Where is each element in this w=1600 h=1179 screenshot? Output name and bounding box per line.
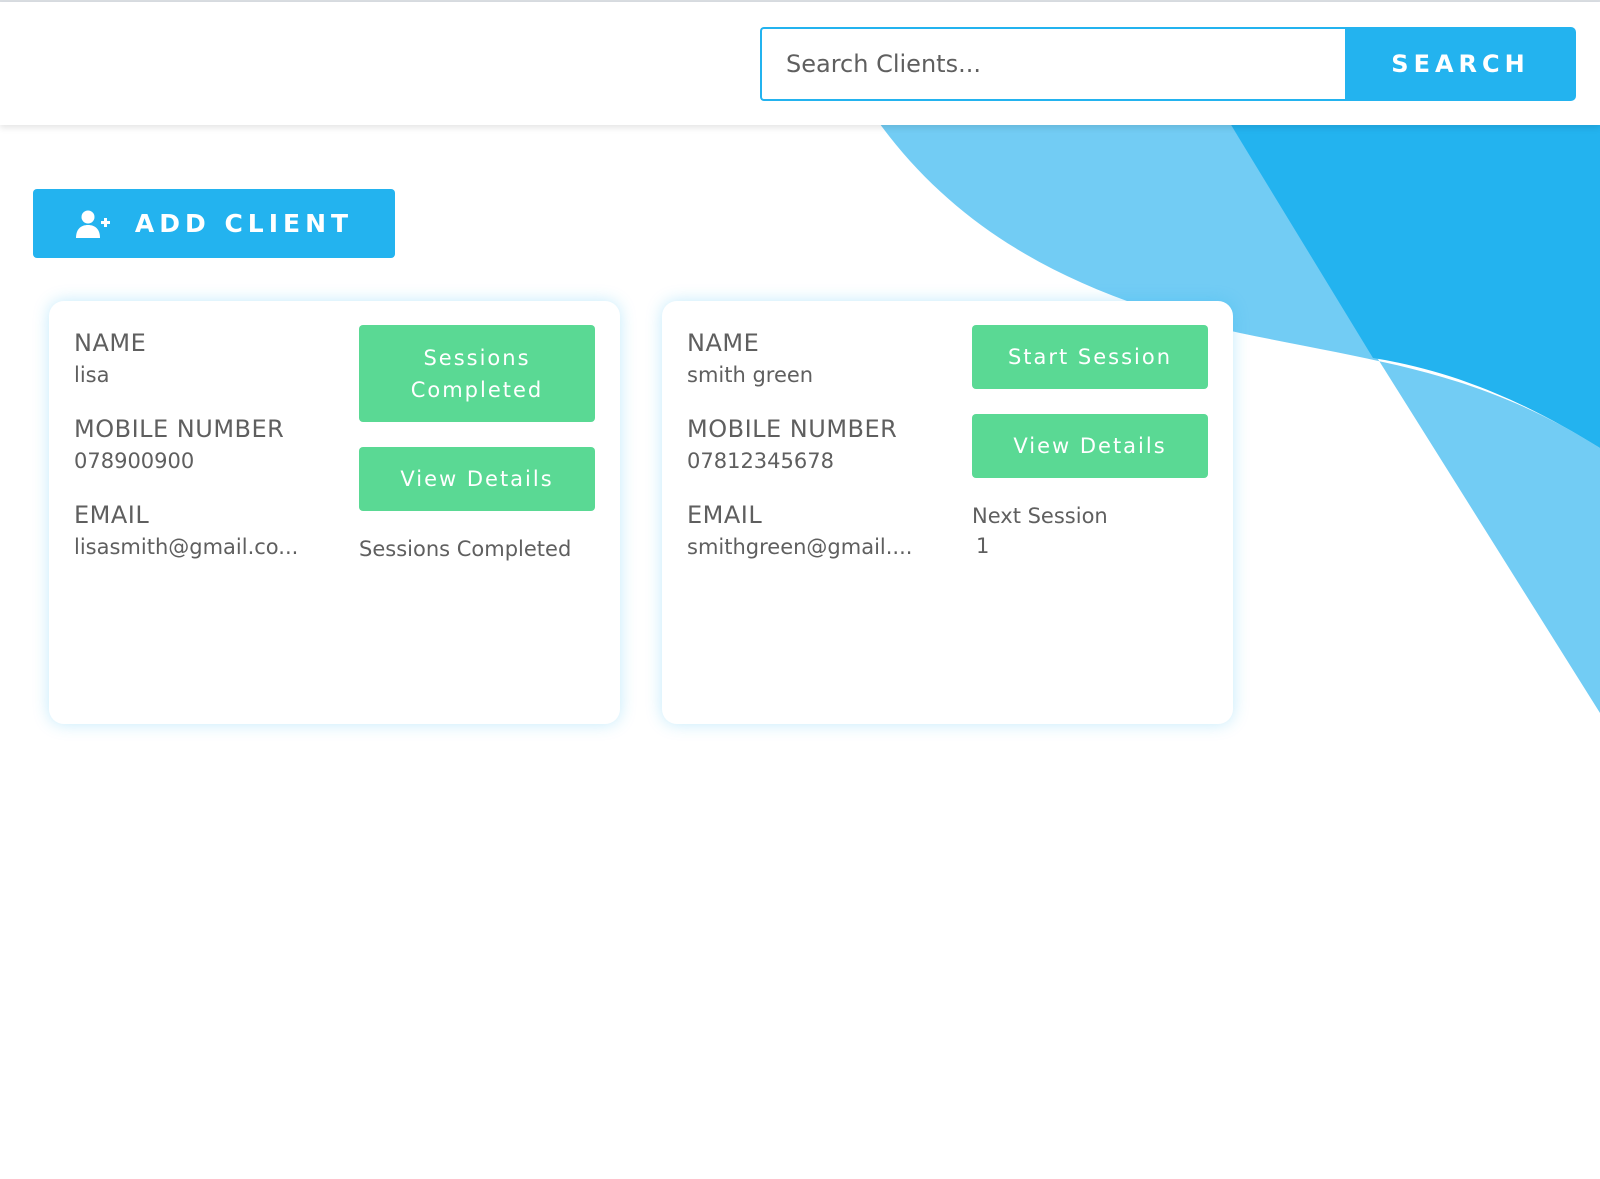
search-button[interactable]: SEARCH <box>1345 27 1576 101</box>
mobile-field: MOBILE NUMBER 07812345678 <box>687 415 937 473</box>
mobile-label: MOBILE NUMBER <box>74 415 285 443</box>
mobile-field: MOBILE NUMBER 078900900 <box>74 415 324 473</box>
client-mobile: 07812345678 <box>687 449 834 473</box>
mobile-label: MOBILE NUMBER <box>687 415 898 443</box>
client-email: smithgreen@gmail.... <box>687 535 913 559</box>
client-info: NAME smith green MOBILE NUMBER 078123456… <box>687 329 937 559</box>
session-status-text: Sessions Completed <box>359 537 572 561</box>
user-plus-icon <box>75 209 111 239</box>
view-details-button[interactable]: View Details <box>972 414 1208 478</box>
add-client-label: ADD CLIENT <box>134 209 354 238</box>
start-session-button[interactable]: Start Session <box>972 325 1208 389</box>
sessions-completed-button[interactable]: Sessions Completed <box>359 325 595 422</box>
client-card: NAME smith green MOBILE NUMBER 078123456… <box>662 301 1233 724</box>
client-name: smith green <box>687 363 814 387</box>
client-card: NAME lisa MOBILE NUMBER 078900900 EMAIL … <box>49 301 620 724</box>
email-label: EMAIL <box>74 501 150 529</box>
name-label: NAME <box>74 329 147 357</box>
next-session-value: 1 <box>976 534 990 558</box>
name-field: NAME smith green <box>687 329 937 387</box>
top-header: SEARCH <box>0 2 1600 125</box>
add-client-button[interactable]: ADD CLIENT <box>33 189 395 258</box>
email-field: EMAIL lisasmith@gmail.co... <box>74 501 324 559</box>
email-field: EMAIL smithgreen@gmail.... <box>687 501 937 559</box>
next-session-label: Next Session <box>972 504 1108 528</box>
name-label: NAME <box>687 329 760 357</box>
client-name: lisa <box>74 363 110 387</box>
client-actions: Start Session View Details Next Session … <box>972 325 1208 558</box>
search-input[interactable] <box>760 27 1345 101</box>
email-label: EMAIL <box>687 501 763 529</box>
client-info: NAME lisa MOBILE NUMBER 078900900 EMAIL … <box>74 329 324 559</box>
client-mobile: 078900900 <box>74 449 195 473</box>
client-email: lisasmith@gmail.co... <box>74 535 299 559</box>
client-actions: Sessions Completed View Details Sessions… <box>359 325 595 561</box>
view-details-button[interactable]: View Details <box>359 447 595 511</box>
name-field: NAME lisa <box>74 329 324 387</box>
